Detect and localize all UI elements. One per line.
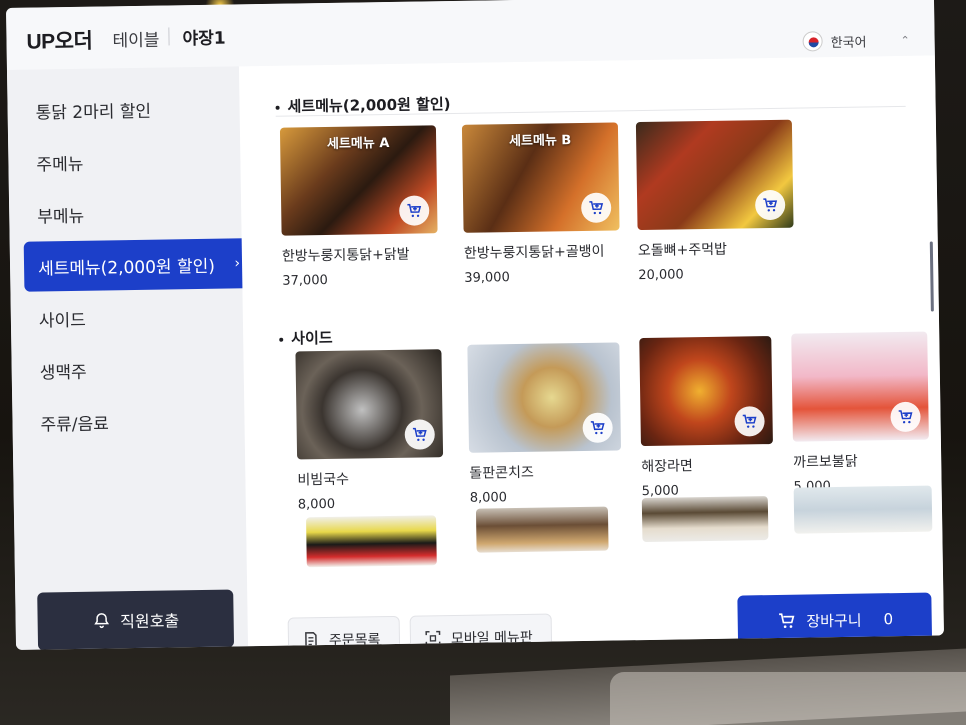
menu-item-image: [467, 342, 622, 453]
menu-item-image-partial[interactable]: [475, 506, 609, 553]
scrollbar[interactable]: [929, 241, 934, 312]
table-label: 테이블: [112, 30, 160, 52]
menu-item-image-partial[interactable]: [793, 485, 933, 534]
menu-item-name: 비빔국수: [297, 471, 350, 489]
thumb-label: 세트메뉴 A: [326, 135, 390, 152]
menu-content: 세트메뉴(2,000원 할인) 세트메뉴 A 한방누룽지통닭+닭발 37,000…: [238, 55, 944, 650]
menu-item-card[interactable]: 비빔국수 8,000: [295, 349, 454, 512]
menu-item-price: 20,000: [638, 267, 684, 284]
kiosk-screen: UP오더 테이블 야장1 한국어 ⌃ 통닭 2마리 할인 주메뉴 부메뉴 세트메…: [6, 0, 944, 650]
language-selector[interactable]: 한국어 ⌃: [802, 23, 942, 57]
menu-item-image: 세트메뉴 A: [279, 125, 438, 236]
menu-item-image: [791, 331, 929, 442]
menu-item-card[interactable]: 오돌뼈+주먹밥 20,000: [635, 119, 795, 284]
sidebar-item-sub-menu[interactable]: 부메뉴: [23, 186, 250, 240]
sidebar-item-label: 생맥주: [39, 362, 87, 384]
sidebar-item-main-menu[interactable]: 주메뉴: [22, 134, 249, 188]
cart-label: 장바구니: [806, 611, 862, 631]
menu-item-image: 세트메뉴 B: [461, 122, 620, 233]
menu-item-price: 8,000: [469, 490, 508, 506]
cart-add-icon[interactable]: [404, 419, 435, 450]
cart-add-icon[interactable]: [890, 401, 921, 433]
menu-item-name: 한방누룽지통닭+골뱅이: [463, 243, 605, 262]
menu-item-image-partial[interactable]: [306, 515, 437, 568]
bell-icon: [93, 613, 109, 629]
menu-item-card[interactable]: 해장라면 5,000: [639, 336, 798, 499]
cart-add-icon[interactable]: [754, 189, 786, 221]
menu-item-price: 8,000: [297, 496, 336, 513]
menu-item-card[interactable]: 세트메뉴 A 한방누룽지통닭+닭발 37,000: [279, 125, 439, 289]
sidebar-item-label: 부메뉴: [37, 206, 85, 228]
cart-add-icon[interactable]: [580, 192, 612, 223]
cart-count: 0: [883, 610, 894, 629]
menu-item-name: 해장라면: [641, 458, 693, 476]
sidebar-item-drinks[interactable]: 주류/음료: [26, 394, 253, 448]
menu-item-card[interactable]: 돌판콘치즈 8,000: [467, 342, 626, 506]
sidebar-item-chicken-discount[interactable]: 통닭 2마리 할인: [21, 82, 248, 136]
menu-item-price: 37,000: [282, 272, 328, 289]
call-staff-label: 직원호출: [120, 611, 180, 632]
sidebar-item-draft-beer[interactable]: 생맥주: [25, 342, 252, 396]
sidebar-item-label: 세트메뉴(2,000원 할인): [37, 256, 216, 280]
chevron-right-icon: ›: [234, 255, 241, 272]
header-divider: [168, 27, 170, 46]
menu-item-image-partial[interactable]: [641, 496, 769, 543]
menu-item-card[interactable]: 세트메뉴 B 한방누룽지통닭+골뱅이 39,000: [461, 122, 621, 286]
menu-item-price: 39,000: [464, 270, 510, 286]
table-name: 야장1: [182, 28, 226, 50]
call-staff-button[interactable]: 직원호출: [37, 589, 235, 650]
section-title-side: 사이드: [279, 327, 333, 349]
category-sidebar: 통닭 2마리 할인 주메뉴 부메뉴 세트메뉴(2,000원 할인) › 사이드 …: [6, 66, 251, 650]
chevron-up-icon: ⌃: [900, 33, 910, 47]
sidebar-item-side[interactable]: 사이드: [24, 290, 251, 344]
sidebar-item-set-menu[interactable]: 세트메뉴(2,000원 할인) ›: [23, 238, 251, 292]
app-logo: UP오더: [26, 29, 93, 54]
menu-item-image: [639, 336, 773, 447]
menu-item-image: [635, 119, 794, 231]
cart-icon: [778, 613, 795, 629]
cart-add-icon[interactable]: [734, 406, 765, 437]
sidebar-item-label: 주류/음료: [40, 413, 109, 436]
menu-item-name: 까르보불닭: [793, 453, 858, 471]
menu-item-name: 한방누룽지통닭+닭발: [281, 246, 410, 265]
menu-item-name: 오돌뼈+주먹밥: [637, 241, 728, 260]
thumb-label: 세트메뉴 B: [508, 133, 572, 150]
sidebar-item-label: 사이드: [38, 310, 86, 332]
menu-item-image: [295, 349, 444, 460]
counter-reflection: [610, 672, 966, 725]
korea-flag-icon: [802, 31, 823, 52]
cart-add-icon[interactable]: [398, 195, 430, 226]
cart-add-icon[interactable]: [582, 412, 613, 443]
menu-item-name: 돌판콘치즈: [469, 464, 534, 482]
language-label: 한국어: [830, 34, 867, 51]
sidebar-item-label: 통닭 2마리 할인: [35, 101, 152, 124]
sidebar-item-label: 주메뉴: [36, 154, 84, 176]
menu-item-card[interactable]: 까르보불닭 5,000: [791, 331, 944, 495]
